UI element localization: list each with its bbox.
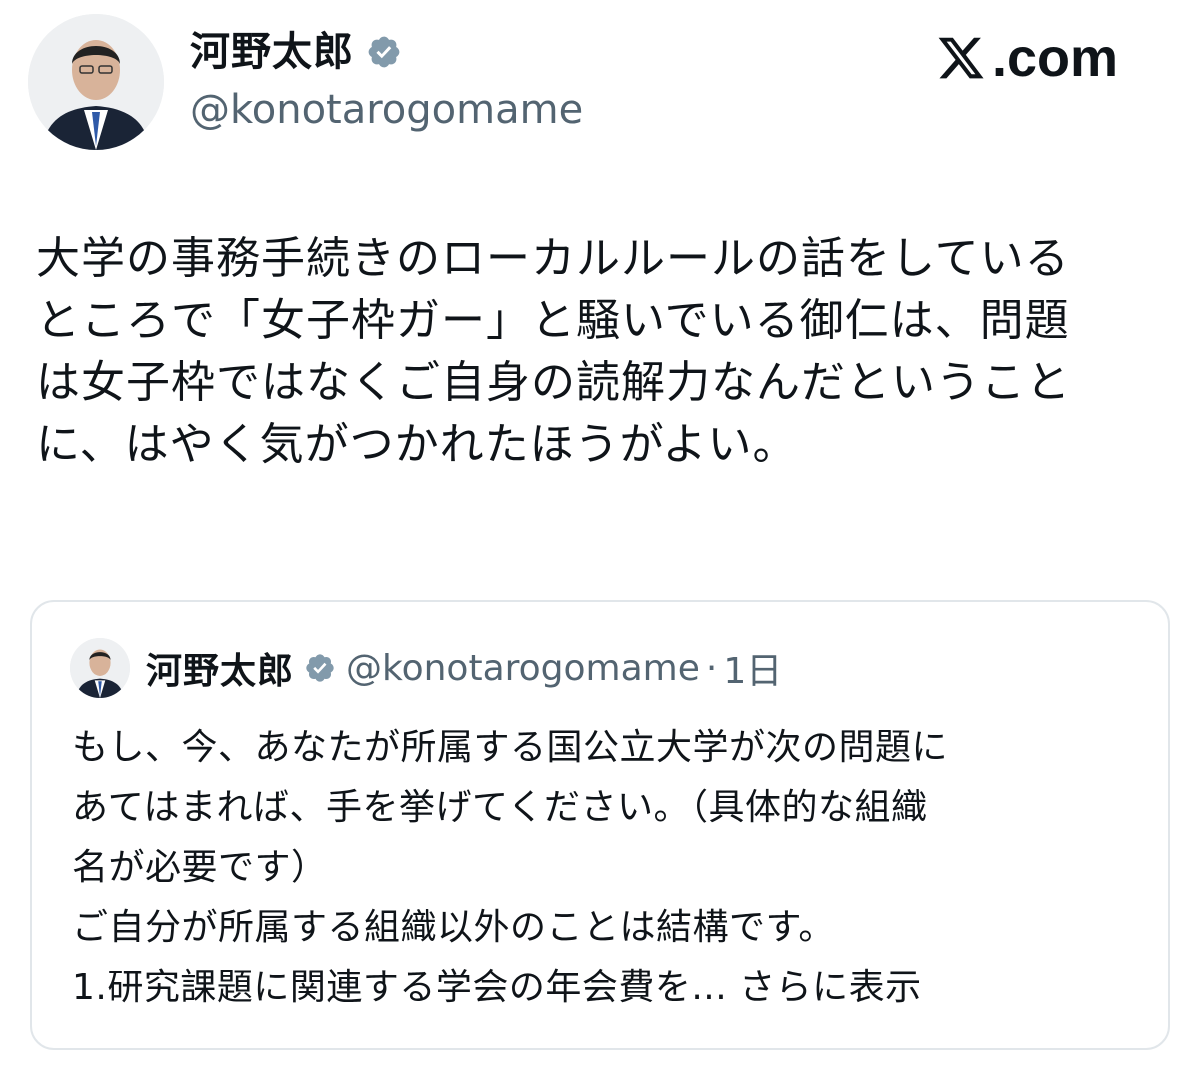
post-text: 大学の事務手続きのローカルルールの話をしている ところで「女子枠ガー」と騒いでい… (36, 233, 1071, 470)
x-brand-label: .com (992, 28, 1119, 88)
author-avatar[interactable] (28, 14, 164, 150)
quoted-tweet-text-block: もし、今、あなたが所属する国公立大学が次の問題に あてはまれば、手を挙げてくださ… (72, 718, 1132, 1018)
verified-badge-icon[interactable] (366, 34, 402, 70)
separator-dot: · (705, 647, 718, 689)
author-name[interactable]: 河野太郎 (190, 28, 354, 76)
x-brand: .com (934, 28, 1118, 88)
quoted-author-name[interactable]: 河野太郎 (146, 642, 294, 694)
show-more-link[interactable]: さらに表示 (727, 967, 921, 1008)
quoted-timestamp[interactable]: 1日 (723, 642, 782, 694)
quoted-tweet-header: 河野太郎 @konotarogomame · 1日 (70, 636, 782, 700)
quoted-author-avatar[interactable] (70, 638, 130, 698)
avatar-photo-icon (28, 14, 164, 150)
x-logo-icon (934, 33, 988, 83)
quoted-tweet-card[interactable]: 河野太郎 @konotarogomame · 1日 もし、今、あなたが所属する国… (30, 600, 1170, 1050)
author-handle[interactable]: @konotarogomame (190, 86, 583, 134)
quoted-tweet-text: もし、今、あなたが所属する国公立大学が次の問題に あてはまれば、手を挙げてくださ… (72, 727, 949, 1008)
quoted-author-handle[interactable]: @konotarogomame (346, 648, 700, 689)
verified-badge-icon[interactable] (304, 652, 336, 684)
avatar-photo-icon (70, 638, 130, 698)
author-name-row[interactable]: 河野太郎 (190, 28, 402, 76)
